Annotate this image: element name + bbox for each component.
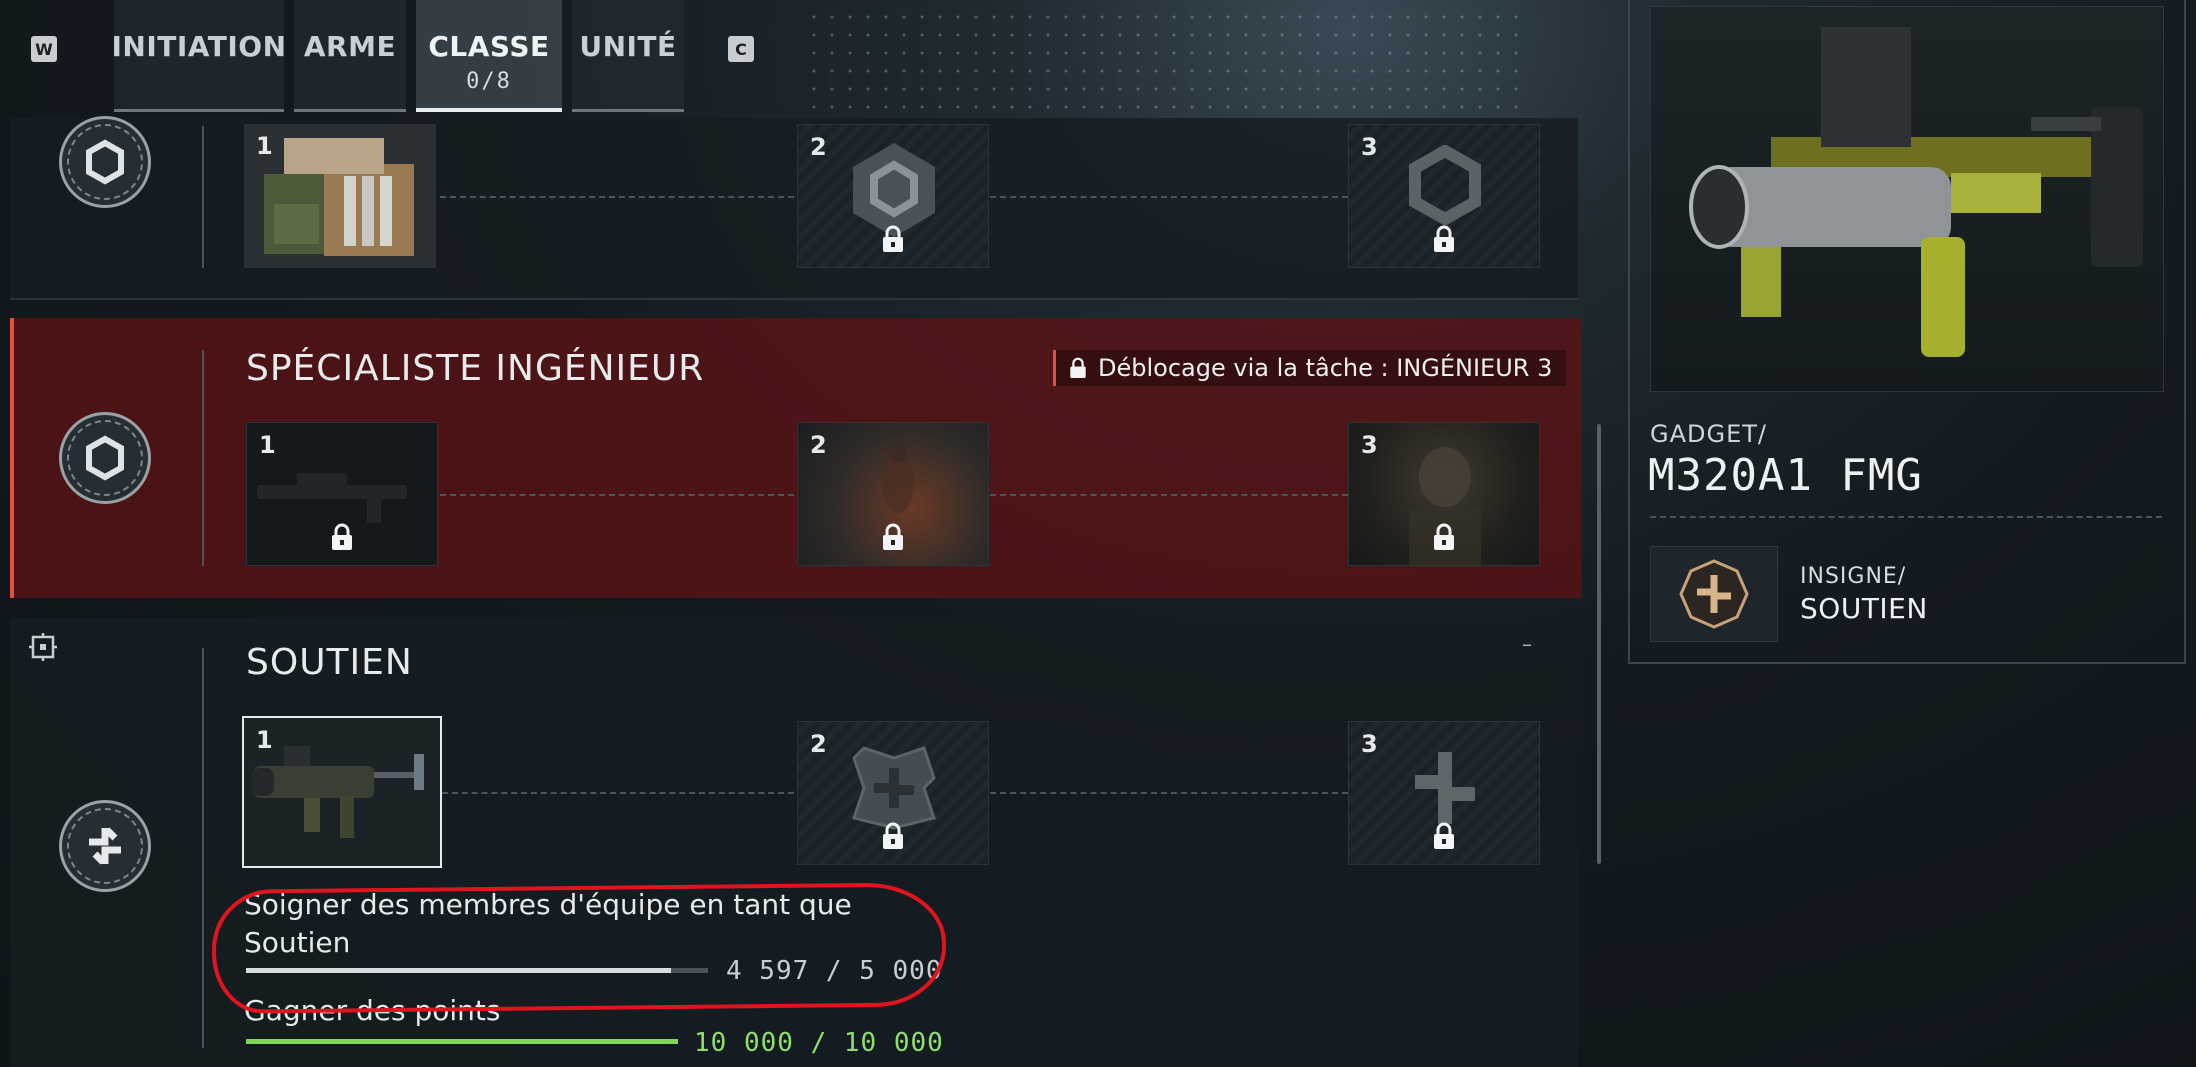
- unlock-requirement: Déblocage via la tâche : INGÉNIEUR 3: [1053, 350, 1567, 386]
- gadget-preview: [1650, 6, 2164, 392]
- section-divider: [202, 648, 204, 1048]
- engineer-slot-3[interactable]: 3: [1348, 422, 1540, 567]
- tab-count: 0/8: [466, 69, 512, 94]
- slot-connector: [990, 792, 1348, 794]
- target-icon: [29, 633, 57, 661]
- panel-divider: [1650, 516, 2162, 518]
- lock-icon: [1434, 523, 1454, 550]
- insignia-name: SOUTIEN: [1800, 592, 1928, 625]
- tab-initiation[interactable]: INITIATION: [111, 0, 287, 112]
- grenade-launcher-image: [252, 746, 424, 838]
- section-divider: [202, 350, 204, 566]
- support-slot-3[interactable]: 3: [1348, 721, 1540, 865]
- key-hint-w: W: [31, 36, 57, 62]
- slot-number: 2: [810, 730, 827, 758]
- lock-icon: [332, 523, 352, 550]
- insignia-box: [1650, 546, 1778, 642]
- gadget-type-label: GADGET/: [1650, 420, 1768, 448]
- red-annotation-circle: [211, 882, 947, 1014]
- slot-connector: [442, 792, 794, 794]
- slot-connector: [440, 196, 794, 198]
- tab-label: UNITÉ: [579, 30, 677, 63]
- tab-label: INITIATION: [111, 30, 287, 63]
- tab-classe[interactable]: CLASSE 0/8: [416, 0, 562, 112]
- lock-icon: [883, 225, 903, 252]
- gadget-name: M320A1 FMG: [1648, 450, 1923, 501]
- insignia-label: INSIGNE/: [1800, 564, 1907, 589]
- support-badge-icon: [59, 800, 151, 892]
- collapse-button[interactable]: –: [1522, 632, 1532, 656]
- tab-label: CLASSE: [428, 30, 550, 63]
- lock-icon: [1070, 357, 1086, 378]
- section-title: SOUTIEN: [246, 642, 413, 683]
- support-slot-1[interactable]: 1: [242, 716, 442, 868]
- engineer-slot-1[interactable]: 1: [246, 422, 438, 566]
- key-hint-c: C: [728, 36, 754, 62]
- decorative-dot-grid: [805, 8, 1525, 116]
- slot-number: 3: [1361, 133, 1378, 161]
- first-slot-2[interactable]: 2: [797, 124, 989, 268]
- lock-icon: [883, 523, 903, 550]
- lock-icon: [883, 822, 903, 849]
- lock-icon: [1434, 822, 1454, 849]
- task-progress-bar: [246, 1039, 678, 1044]
- slot-connector: [990, 494, 1348, 496]
- first-slot-3[interactable]: 3: [1348, 124, 1540, 268]
- lock-icon: [1434, 225, 1454, 252]
- engineer-badge-icon: [59, 412, 151, 504]
- tab-unite[interactable]: UNITÉ: [572, 0, 684, 112]
- unlock-text: Déblocage via la tâche : INGÉNIEUR 3: [1098, 354, 1553, 382]
- slot-number: 2: [810, 133, 827, 161]
- section-divider: [202, 126, 204, 268]
- support-emblem-icon: [1415, 752, 1475, 824]
- task-progress-fill: [246, 1039, 678, 1044]
- class-badge-icon: [59, 116, 151, 208]
- support-insignia-icon: [1679, 559, 1749, 629]
- section-title: SPÉCIALISTE INGÉNIEUR: [246, 348, 705, 389]
- slot-connector: [440, 494, 794, 496]
- engineer-slot-2[interactable]: 2: [797, 422, 989, 566]
- slot-number: 3: [1361, 730, 1378, 758]
- first-slot-1[interactable]: 1: [244, 124, 436, 268]
- slot-number: 1: [256, 132, 273, 160]
- ammo-crate-image: [264, 138, 414, 256]
- slot-connector: [990, 196, 1348, 198]
- class-emblem-icon: [1409, 145, 1481, 225]
- tab-arme[interactable]: ARME: [294, 0, 406, 112]
- scrollbar[interactable]: [1597, 424, 1601, 864]
- support-slot-2[interactable]: 2: [797, 721, 989, 865]
- tab-label: ARME: [303, 30, 397, 63]
- task-value: 10 000 / 10 000: [694, 1028, 944, 1058]
- m320a1-launcher-image: [1689, 27, 2143, 357]
